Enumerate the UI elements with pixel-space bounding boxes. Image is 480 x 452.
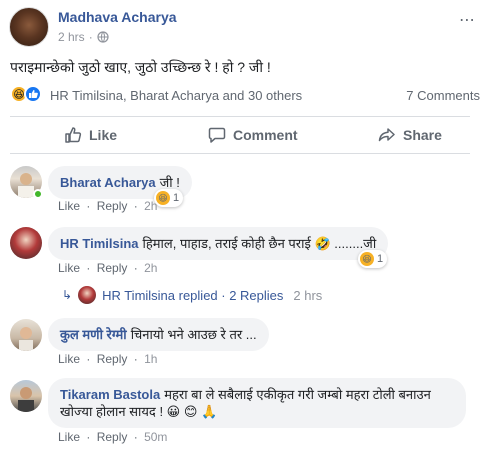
dot-separator: · (133, 352, 138, 366)
dot-separator: · (86, 199, 91, 213)
comment-actions: Like · Reply · 2h (58, 261, 160, 275)
commenter-name[interactable]: कुल मणी रेग्मी (60, 327, 127, 342)
globe-icon[interactable] (97, 31, 109, 43)
post-meta: 2 hrs · (58, 30, 109, 44)
dot-separator: · (86, 352, 91, 366)
commenter-avatar[interactable] (10, 227, 42, 259)
comment-text: महरा बा ले सबैलाई एकीकृत गरी जम्बो महरा … (164, 387, 431, 402)
comment-reaction-badge[interactable]: 😆 1 (358, 250, 388, 268)
view-replies-link[interactable]: ↳ HR Timilsina replied · 2 Replies 2 hrs (62, 286, 322, 304)
divider (10, 153, 470, 154)
replier-avatar (78, 286, 97, 304)
dot-separator: · (86, 261, 91, 275)
post-author-name[interactable]: Madhava Acharya (58, 9, 177, 25)
comment-text: जी ! (159, 175, 180, 190)
reply-arrow-icon: ↳ (62, 288, 73, 302)
comment-count[interactable]: 7 Comments (406, 88, 480, 103)
like-button[interactable]: Like (64, 126, 117, 144)
author-avatar[interactable] (9, 7, 49, 47)
comment-icon (208, 127, 226, 143)
reaction-icons[interactable]: 😆 (10, 85, 42, 103)
comment-actions: Like · Reply · 1h (58, 352, 160, 366)
comment-reply-link[interactable]: Reply (97, 199, 128, 213)
comment-bubble: कुल मणी रेग्मी चिनायो भने आउछ रे तर ... (48, 318, 269, 351)
commenter-avatar[interactable] (10, 319, 42, 351)
reaction-count: 1 (377, 253, 384, 265)
haha-reaction-icon: 😆 (360, 252, 374, 266)
comment-button-label: Comment (233, 127, 298, 143)
comment-like-link[interactable]: Like (58, 261, 80, 275)
share-button-label: Share (403, 127, 442, 143)
share-arrow-icon (378, 128, 395, 142)
comment-reply-link[interactable]: Reply (97, 430, 128, 444)
comment-like-link[interactable]: Like (58, 352, 80, 366)
dot-separator: · (133, 430, 138, 444)
comment-actions: Like · Reply · 50m (58, 430, 170, 444)
more-horizontal-icon[interactable]: ⋯ (459, 10, 476, 30)
reactions-bar: 😆 HR Timilsina, Bharat Acharya and 30 ot… (0, 82, 480, 108)
comment-bubble: HR Timilsina हिमाल, पाहाड, तराई कोही छैन … (48, 227, 389, 260)
comment-button[interactable]: Comment (208, 126, 298, 144)
comment-time[interactable]: 1h (144, 352, 157, 366)
comment-like-link[interactable]: Like (58, 199, 80, 213)
divider (10, 116, 470, 117)
replies-time: 2 hrs (293, 287, 323, 303)
post-time[interactable]: 2 hrs (58, 30, 85, 44)
reaction-count: 1 (173, 192, 180, 204)
post-actions: Like Comment Share (0, 118, 480, 152)
comment-reply-link[interactable]: Reply (97, 352, 128, 366)
comment-reply-link[interactable]: Reply (97, 261, 128, 275)
commenter-avatar[interactable] (10, 380, 42, 412)
dot-separator: · (86, 430, 91, 444)
reactions-summary[interactable]: HR Timilsina, Bharat Acharya and 30 othe… (50, 88, 302, 103)
comment-time[interactable]: 50m (144, 430, 167, 444)
comment-time[interactable]: 2h (144, 261, 157, 275)
dot-separator: · (133, 199, 138, 213)
comment-text-continued: खोज्या होलान सायद ! 😀 😊 🙏 (60, 404, 218, 419)
like-reaction-icon (24, 85, 42, 103)
post-text: पराइमान्छेको जुठो खाए, जुठो उच्छिन्छ रे … (10, 59, 271, 75)
online-status-dot (33, 189, 43, 199)
meta-separator: · (88, 30, 93, 44)
replies-summary-text: HR Timilsina replied · 2 Replies (102, 287, 284, 303)
comment-text: हिमाल, पाहाड, तराई कोही छैन पराई 🤣 .....… (142, 236, 377, 251)
comment-time[interactable]: 2h (144, 199, 157, 213)
commenter-name[interactable]: HR Timilsina (60, 236, 139, 251)
commenter-name[interactable]: Bharat Acharya (60, 175, 156, 190)
comment-text: चिनायो भने आउछ रे तर ... (130, 327, 257, 342)
dot-separator: · (133, 261, 138, 275)
like-button-label: Like (89, 127, 118, 143)
comment-bubble: Tikaram Bastola महरा बा ले सबैलाई एकीकृत … (48, 378, 466, 428)
post-header: Madhava Acharya 2 hrs · ⋯ (0, 0, 480, 52)
thumbs-up-icon (65, 127, 82, 143)
share-button[interactable]: Share (378, 126, 442, 144)
commenter-name[interactable]: Tikaram Bastola (60, 387, 160, 402)
comment-actions: Like · Reply · 2h (58, 199, 160, 213)
comment-like-link[interactable]: Like (58, 430, 80, 444)
